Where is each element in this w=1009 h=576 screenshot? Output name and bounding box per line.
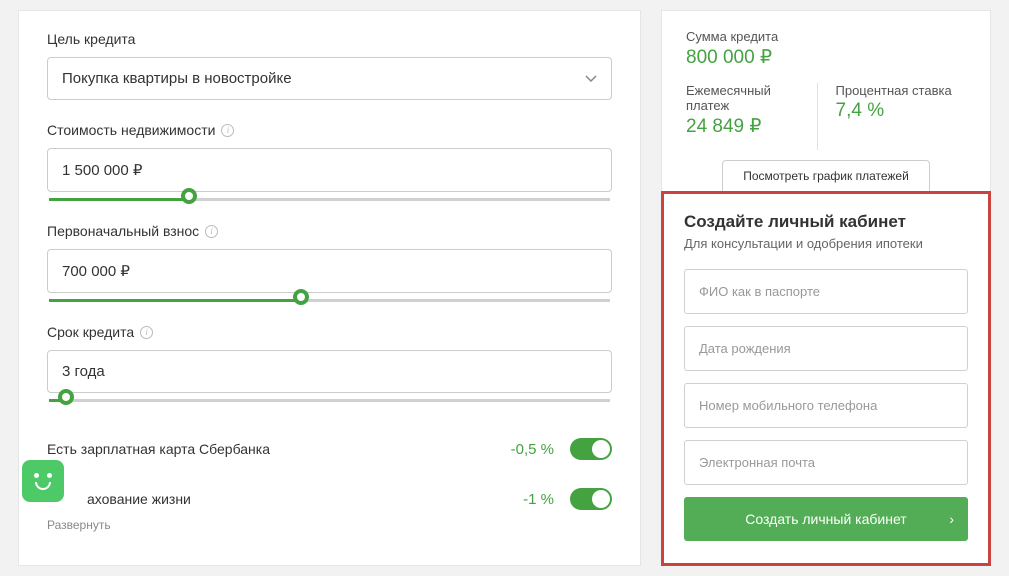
amount-label: Сумма кредита — [686, 29, 966, 44]
chat-face-icon — [29, 470, 57, 492]
monthly-label: Ежемесячный платеж — [686, 83, 817, 113]
submit-label: Создать личный кабинет — [745, 511, 906, 527]
salary-card-row: Есть зарплатная карта Сбербанка -0,5 % — [47, 424, 612, 474]
property-cost-label: Стоимость недвижимости i — [47, 122, 612, 138]
purpose-select[interactable]: Покупка квартиры в новостройке — [47, 57, 612, 100]
rate-label: Процентная ставка — [836, 83, 967, 98]
email-input[interactable] — [684, 440, 968, 485]
expand-link[interactable]: Развернуть — [47, 518, 612, 532]
rate-value: 7,4 % — [836, 100, 967, 122]
info-icon[interactable]: i — [140, 326, 153, 339]
arrow-right-icon: › — [949, 511, 954, 527]
purpose-value: Покупка квартиры в новостройке — [62, 70, 292, 87]
slider-thumb[interactable] — [181, 188, 197, 204]
slider-thumb[interactable] — [58, 389, 74, 405]
salary-card-label: Есть зарплатная карта Сбербанка — [47, 441, 270, 457]
right-panel: Сумма кредита 800 000 ₽ Ежемесячный плат… — [661, 10, 991, 566]
chevron-down-icon — [585, 75, 597, 82]
life-insurance-toggle[interactable] — [570, 488, 612, 510]
monthly-value: 24 849 ₽ — [686, 115, 817, 138]
term-input[interactable]: 3 года — [47, 350, 612, 393]
info-icon[interactable]: i — [205, 225, 218, 238]
cabinet-title: Создайте личный кабинет — [684, 212, 968, 232]
dob-input[interactable] — [684, 326, 968, 371]
term-slider[interactable] — [49, 399, 610, 402]
down-payment-input[interactable]: 700 000 ₽ — [47, 249, 612, 293]
property-cost-input[interactable]: 1 500 000 ₽ — [47, 148, 612, 192]
down-payment-group: Первоначальный взнос i 700 000 ₽ — [47, 223, 612, 302]
cabinet-subtitle: Для консультации и одобрения ипотеки — [684, 236, 968, 251]
down-payment-label: Первоначальный взнос i — [47, 223, 612, 239]
term-group: Срок кредита i 3 года — [47, 324, 612, 402]
chat-widget[interactable] — [22, 460, 64, 502]
schedule-button[interactable]: Посмотреть график платежей — [722, 160, 930, 192]
create-cabinet-button[interactable]: Создать личный кабинет › — [684, 497, 968, 541]
salary-card-discount: -0,5 % — [511, 441, 554, 458]
phone-input[interactable] — [684, 383, 968, 428]
summary-box: Сумма кредита 800 000 ₽ Ежемесячный плат… — [661, 10, 991, 192]
slider-thumb[interactable] — [293, 289, 309, 305]
calculator-form: Цель кредита Покупка квартиры в новостро… — [18, 10, 641, 566]
down-payment-slider[interactable] — [49, 299, 610, 302]
term-label: Срок кредита i — [47, 324, 612, 340]
life-insurance-row: ахование жизни -1 % — [47, 474, 612, 524]
cabinet-form: Создайте личный кабинет Для консультации… — [661, 191, 991, 566]
salary-card-toggle[interactable] — [570, 438, 612, 460]
property-cost-group: Стоимость недвижимости i 1 500 000 ₽ — [47, 122, 612, 201]
life-insurance-discount: -1 % — [523, 491, 554, 508]
fio-input[interactable] — [684, 269, 968, 314]
purpose-label: Цель кредита — [47, 31, 612, 47]
purpose-group: Цель кредита Покупка квартиры в новостро… — [47, 31, 612, 100]
info-icon[interactable]: i — [221, 124, 234, 137]
life-insurance-label: ахование жизни — [87, 491, 191, 507]
property-cost-slider[interactable] — [49, 198, 610, 201]
amount-value: 800 000 ₽ — [686, 46, 966, 69]
